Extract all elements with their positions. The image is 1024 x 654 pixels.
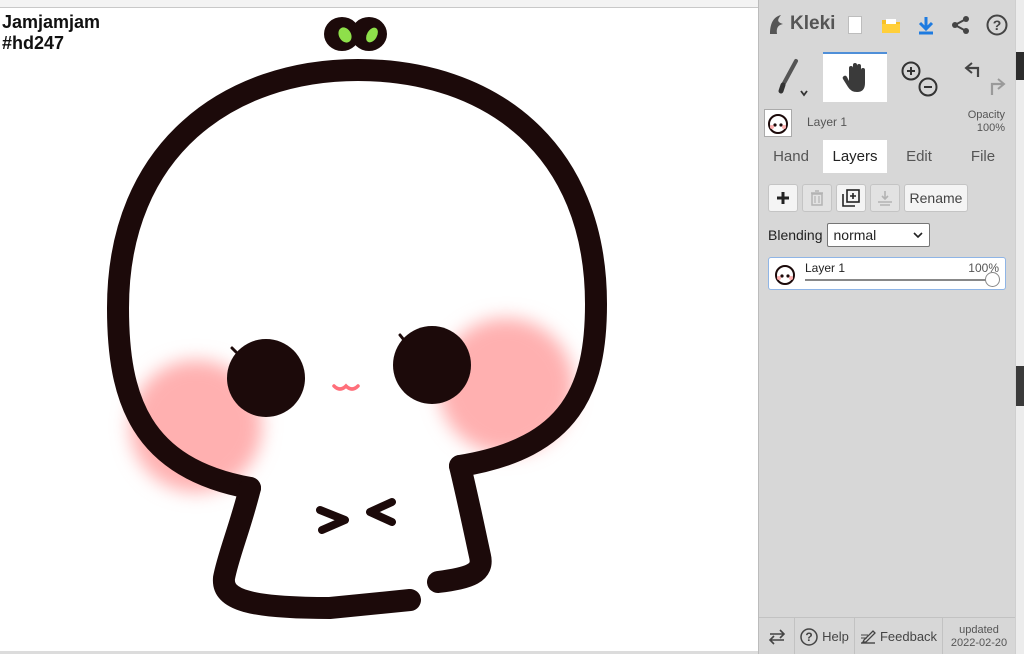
canvas-overlay-text: Jamjamjam #hd247 [2,12,100,54]
zoom-icon [901,61,938,97]
mouth [332,383,360,391]
blending-row: Blending normal [768,223,930,247]
updated-info-button[interactable]: updated 2022-02-20 [943,618,1015,654]
svg-text:?: ? [993,17,1002,33]
top-strip [0,0,758,8]
right-eye [393,326,471,404]
add-layer-button[interactable] [768,184,798,212]
swap-arrows-icon [768,628,785,645]
side-panel: Kleki ? Layer 1 Opacity 100% Hand Layers… [758,0,1015,654]
left-hand [316,506,349,534]
hand-icon [842,63,865,92]
delete-layer-button[interactable] [802,184,832,212]
feedback-pen-icon [860,629,876,644]
help-icon: ? [800,627,818,646]
opacity-value: 100% [976,122,1005,134]
tab-layers[interactable]: Layers [823,140,887,173]
hand-tool-button[interactable] [823,52,887,102]
duplicate-layer-button[interactable] [836,184,866,212]
duplicate-icon [842,189,860,207]
left-eye [227,339,305,417]
overlay-title: Jamjamjam [2,12,101,32]
layer-buttons: Rename [768,184,968,212]
merge-down-icon [878,191,892,206]
opacity-readout: Opacity 100% [968,109,1005,135]
chevron-down-icon [912,232,923,238]
edge-dark-block [1016,52,1024,80]
brush-icon [778,59,808,97]
blending-value: normal [833,227,877,243]
help-circle-icon[interactable]: ? [985,13,1009,37]
layer-opacity-slider-handle[interactable] [985,272,1000,287]
tab-hand[interactable]: Hand [759,140,823,173]
swap-side-button[interactable] [759,618,795,654]
app-window: Jamjamjam #hd247 Kleki ? Layer 1 Opacity… [0,0,1024,654]
rename-layer-button[interactable]: Rename [904,184,968,212]
kleki-logo-icon [770,15,783,34]
canvas-drawing [106,17,608,620]
svg-text:?: ? [805,630,812,644]
current-layer-info: Layer 1 Opacity 100% [759,104,1015,140]
tab-file[interactable]: File [951,140,1015,173]
current-layer-name: Layer 1 [807,115,848,129]
brush-tool-button[interactable] [759,52,823,102]
share-icon[interactable] [949,13,973,37]
tab-edit[interactable]: Edit [887,140,951,173]
kleki-logo[interactable]: Kleki [767,12,835,36]
drawing-canvas[interactable]: Jamjamjam #hd247 [0,8,758,652]
undo-redo-icon [964,62,1006,95]
layer-item-name: Layer 1 [805,261,846,275]
right-hand [366,498,396,526]
blending-select[interactable]: normal [826,223,930,247]
merge-layer-button[interactable] [870,184,900,212]
layer-item-thumbnail [772,261,798,287]
app-name: Kleki [790,13,836,34]
layer-list-item[interactable]: Layer 1 100% [768,257,1006,290]
layer-opacity-slider-track[interactable] [805,279,993,281]
panel-topbar: Kleki ? [759,0,1015,50]
window-right-edge [1015,0,1024,654]
blending-label: Blending [768,227,823,243]
help-label: Help [822,629,849,644]
open-folder-icon[interactable] [879,13,903,37]
download-icon[interactable] [914,13,938,37]
opacity-label: Opacity [967,109,1005,121]
help-button[interactable]: ? Help [795,618,855,654]
body-right-outline [427,455,492,593]
layer-thumbnail [764,109,792,137]
panel-tabs: Hand Layers Edit File [759,140,1015,173]
undo-redo-button[interactable] [951,52,1015,102]
feedback-button[interactable]: Feedback [855,618,943,654]
feedback-label: Feedback [879,629,938,644]
updated-date: 2022-02-20 [950,636,1008,649]
sprout [324,17,387,51]
zoom-tool-button[interactable] [887,52,951,102]
new-image-icon[interactable] [843,13,867,37]
overlay-tag: #hd247 [2,33,65,53]
panel-footer: ? Help Feedback updated 2022-02-20 [759,617,1015,654]
layers-tab-content: Rename Blending normal Layer 1 100% [759,173,1015,617]
trash-icon [811,190,823,206]
updated-label: updated [959,623,999,636]
tool-row [759,52,1015,102]
plus-icon [777,192,789,204]
edge-dark-block-lower [1016,366,1024,406]
